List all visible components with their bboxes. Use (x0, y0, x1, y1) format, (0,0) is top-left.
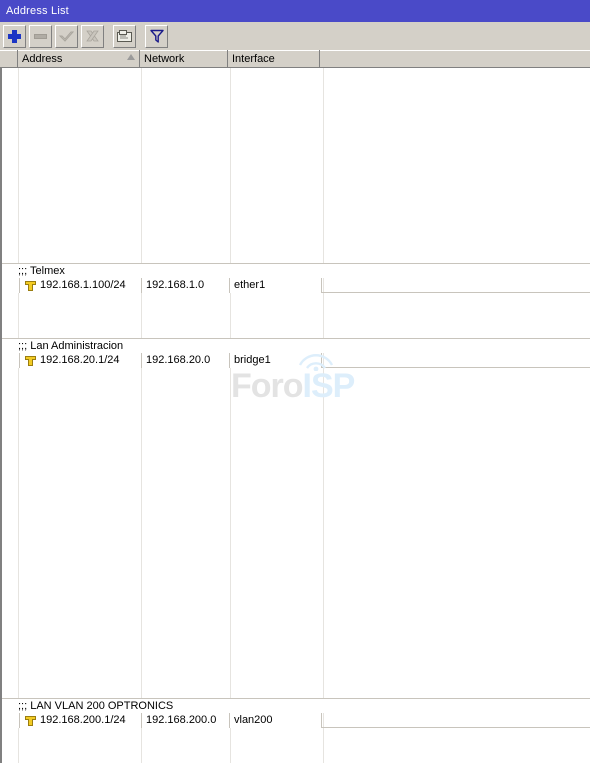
toolbar (0, 22, 590, 51)
column-header-address-label: Address (22, 52, 63, 65)
toolbar-gap (104, 36, 110, 37)
row-address-cell[interactable]: 192.168.1.100/24 (20, 277, 142, 293)
toolbar-gap-2 (136, 36, 142, 37)
table-row[interactable]: 192.168.1.100/24 192.168.1.0 ether1 (2, 277, 590, 293)
row-address-text: 192.168.20.1/24 (40, 354, 120, 366)
column-header-interface[interactable]: Interface (228, 50, 320, 67)
row-interface-cell[interactable]: bridge1 (230, 352, 322, 368)
row-network-cell[interactable]: 192.168.200.0 (142, 712, 230, 728)
address-icon (25, 714, 36, 726)
row-interface-text: bridge1 (234, 354, 271, 366)
table-column-header: Address Network Interface (0, 50, 590, 68)
row-interface-cell[interactable]: ether1 (230, 277, 322, 293)
filter-button[interactable] (145, 24, 168, 48)
row-network-text: 192.168.1.0 (146, 279, 205, 291)
row-address-text: 192.168.1.100/24 (40, 279, 126, 291)
column-guide-interface (323, 68, 324, 763)
row-network-text: 192.168.200.0 (146, 714, 217, 726)
row-interface-cell[interactable]: vlan200 (230, 712, 322, 728)
column-header-flag[interactable] (0, 50, 18, 67)
disable-button[interactable] (81, 24, 104, 48)
table-row[interactable]: 192.168.20.1/24 192.168.20.0 bridge1 (2, 352, 590, 368)
row-interface-text: vlan200 (234, 714, 273, 726)
window-titlebar[interactable]: Address List (0, 0, 590, 22)
row-network-cell[interactable]: 192.168.1.0 (142, 277, 230, 293)
row-flag-cell (2, 712, 20, 728)
column-guide-flag (18, 68, 19, 763)
column-header-filler (320, 50, 590, 67)
row-address-cell[interactable]: 192.168.20.1/24 (20, 352, 142, 368)
row-flag-cell (2, 277, 20, 293)
address-icon (25, 354, 36, 366)
column-guide-network (230, 68, 231, 763)
plus-icon (8, 29, 21, 43)
comment-button[interactable] (113, 24, 136, 48)
row-network-text: 192.168.20.0 (146, 354, 211, 366)
address-icon (25, 279, 36, 291)
sort-ascending-icon (127, 54, 135, 60)
row-interface-text: ether1 (234, 279, 266, 291)
window-title: Address List (6, 5, 69, 17)
comment-row[interactable]: ;;; Lan Administracion (2, 338, 590, 353)
row-network-cell[interactable]: 192.168.20.0 (142, 352, 230, 368)
cross-icon (86, 30, 99, 43)
comment-icon (117, 29, 132, 43)
filter-icon (149, 29, 164, 43)
add-button[interactable] (3, 24, 26, 48)
row-flag-cell (2, 352, 20, 368)
minus-icon (34, 33, 47, 39)
comment-row[interactable]: ;;; LAN VLAN 200 OPTRONICS (2, 698, 590, 713)
column-header-network[interactable]: Network (140, 50, 228, 67)
row-address-cell[interactable]: 192.168.200.1/24 (20, 712, 142, 728)
comment-row[interactable]: ;;; Telmex (2, 263, 590, 278)
check-icon (59, 30, 74, 43)
address-table-body[interactable]: ;;; Telmex 192.168.1.100/24 192.168.1.0 … (0, 68, 590, 763)
row-address-text: 192.168.200.1/24 (40, 714, 126, 726)
enable-button[interactable] (55, 24, 78, 48)
remove-button[interactable] (29, 24, 52, 48)
column-header-network-label: Network (144, 52, 185, 65)
address-list-window: Address List Address Network Interface ;… (0, 0, 590, 763)
column-header-interface-label: Interface (232, 52, 275, 65)
table-row[interactable]: 192.168.200.1/24 192.168.200.0 vlan200 (2, 712, 590, 728)
column-guide-address (141, 68, 142, 763)
column-header-address[interactable]: Address (18, 50, 140, 67)
